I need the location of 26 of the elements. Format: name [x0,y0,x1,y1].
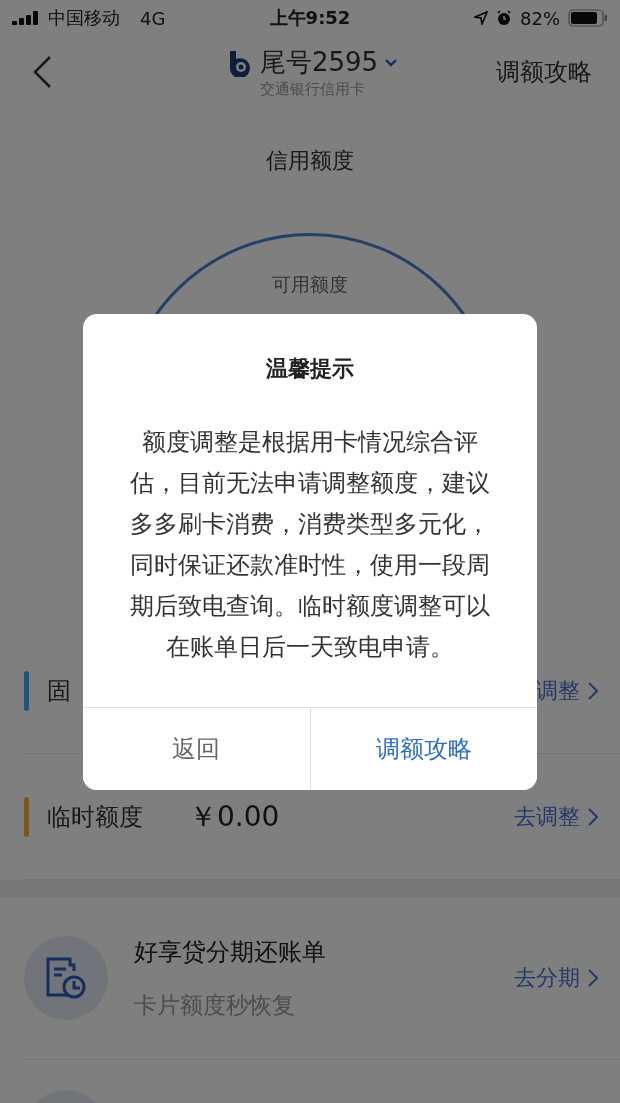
caret-icon[interactable] [384,57,399,68]
chevron-right-icon [588,969,598,987]
chevron-right-icon [588,807,598,826]
limit-label: 临时额度 [47,801,143,833]
clock-time: 上午9:52 [269,6,351,30]
card-number[interactable]: 尾号2595 [259,45,379,80]
battery-icon [568,9,608,27]
chevron-right-icon [588,681,598,700]
section-title: 信用额度 [266,147,354,175]
adjust-link[interactable]: 调整 [536,675,598,706]
dialog-title: 温馨提示 [266,354,354,383]
limit-amount: ￥0.00 [189,798,280,835]
network-type: 4G [140,7,166,29]
dialog-message: 额度调整是根据用卡情况综合评估，目前无法申请调整额度，建议多多刷卡消费，消费类型多元化，同时保证还款准时性，使用一段周期后致电查询。临时额度调整可以在账单日后一天致电申请。 [129,426,491,663]
battery-percent: 82% [520,7,560,29]
limit-label: 固 [47,675,71,707]
installment-link[interactable]: 去分期 [514,963,598,993]
alarm-clock-icon [496,10,512,26]
location-arrow-icon [474,11,488,25]
gauge-label: 可用额度 [272,272,348,297]
header-action-link[interactable]: 调额攻略 [496,56,592,88]
back-icon[interactable] [32,55,52,89]
adjust-link[interactable]: 去调整 [514,801,598,832]
carrier-name: 中国移动 [48,6,120,30]
promo-title: 好享贷分期还账单 [134,936,327,968]
guide-button[interactable]: 调额攻略 [309,707,537,790]
